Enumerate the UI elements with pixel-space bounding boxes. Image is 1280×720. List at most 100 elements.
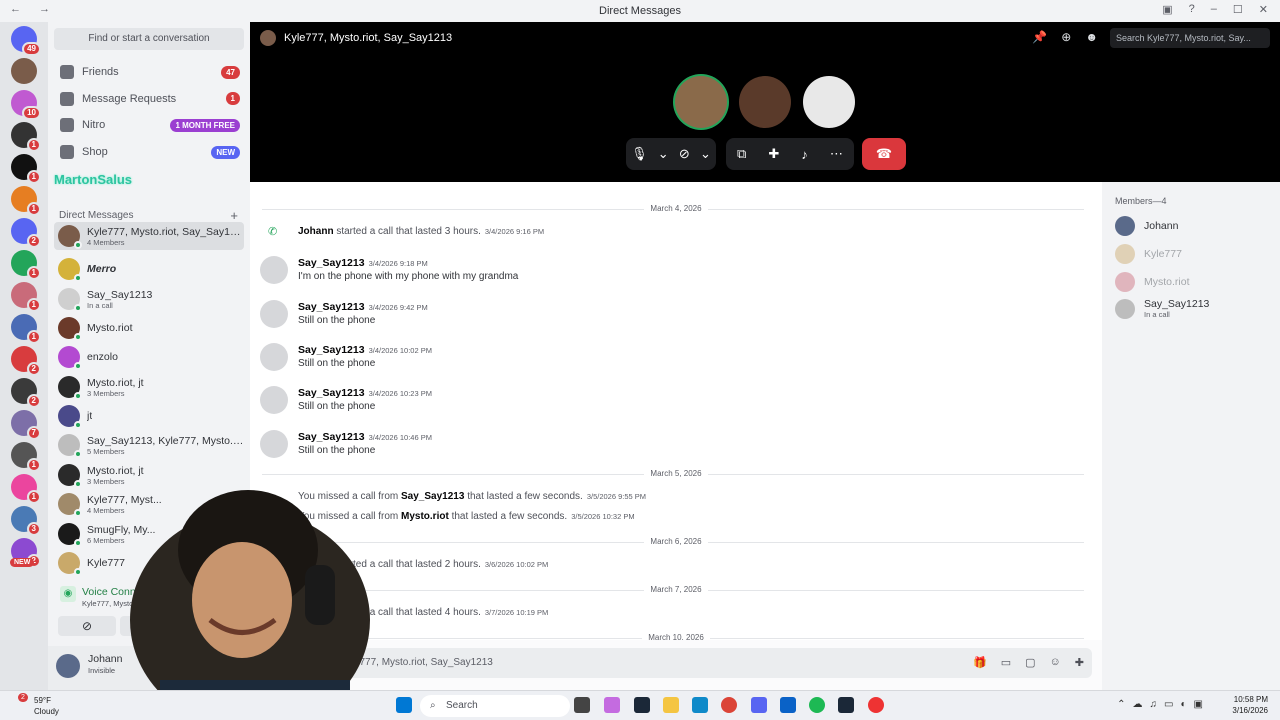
author-name[interactable]: Say_Say1213: [298, 257, 365, 269]
avatar[interactable]: [260, 256, 288, 284]
steam-icon[interactable]: [634, 697, 650, 713]
server-icon[interactable]: 2: [11, 218, 41, 248]
server-icon[interactable]: [11, 58, 37, 84]
clock[interactable]: 10:58 PM 3/16/2026: [1232, 694, 1268, 716]
soundboard-icon[interactable]: ♪: [801, 147, 808, 162]
dm-item[interactable]: Say_Say1213 In a call: [54, 285, 244, 313]
sidebar-item-nitro[interactable]: Nitro 1 MONTH FREE: [54, 113, 244, 137]
chevron-down-icon[interactable]: ⌄: [700, 146, 711, 162]
server-icon[interactable]: 1: [11, 314, 41, 344]
disconnect-button[interactable]: ☎: [862, 138, 906, 170]
store-icon[interactable]: [780, 697, 796, 713]
find-conversation-input[interactable]: Find or start a conversation: [54, 28, 244, 50]
author-name[interactable]: Say_Say1213: [298, 387, 365, 399]
members-icon[interactable]: ☻: [1085, 30, 1098, 44]
dm-item[interactable]: Merro: [54, 255, 244, 283]
help-icon[interactable]: ?: [1189, 3, 1195, 16]
message-composer[interactable]: Kyle777, Mysto.riot, Say_Say1213 🎁 ▭ ▢ ☺…: [256, 648, 1092, 678]
steam-icon[interactable]: [838, 697, 854, 713]
minimize-icon[interactable]: –: [1211, 3, 1217, 16]
member-item[interactable]: Mysto.riot: [1115, 272, 1190, 292]
search-input[interactable]: Search Kyle777, Mysto.riot, Say...: [1110, 28, 1270, 48]
dm-subtitle: In a call: [87, 300, 113, 310]
member-item[interactable]: Johann: [1115, 216, 1178, 236]
sidebar-item-message-requests[interactable]: Message Requests 1: [54, 87, 244, 111]
system-tray-icons[interactable]: ⌃☁♫▭◐▣: [1117, 699, 1210, 710]
avatar[interactable]: [260, 343, 288, 371]
dm-name: Kyle777, Mysto.riot, Say_Say1213: [87, 225, 244, 238]
call-participant-avatar[interactable]: [739, 76, 791, 128]
member-item[interactable]: Kyle777: [1115, 244, 1182, 264]
start-icon[interactable]: [396, 697, 412, 713]
avatar[interactable]: [260, 300, 288, 328]
add-friends-icon[interactable]: ⊕: [1061, 30, 1071, 44]
sidebar-item-friends[interactable]: Friends 47: [54, 60, 244, 84]
task-view-icon[interactable]: [574, 697, 590, 713]
avatar[interactable]: [56, 654, 80, 678]
search-icon: ⌕: [430, 700, 436, 711]
maximize-icon[interactable]: ☐: [1233, 3, 1243, 16]
sidebar-item-shop[interactable]: Shop NEW: [54, 140, 244, 164]
camera-off-button[interactable]: ⊘: [58, 616, 116, 636]
author-name[interactable]: Say_Say1213: [298, 344, 365, 356]
server-icon[interactable]: 2: [11, 378, 41, 408]
inbox-icon[interactable]: ▣: [1162, 3, 1172, 16]
dm-item[interactable]: Mysto.riot, jt 3 Members: [54, 373, 244, 401]
server-icon[interactable]: 7: [11, 410, 41, 440]
weather-widget[interactable]: 59°F Cloudy: [34, 695, 59, 717]
caller-name[interactable]: Johann: [298, 226, 334, 237]
discord-icon[interactable]: [751, 697, 767, 713]
file-explorer-icon[interactable]: [663, 697, 679, 713]
caller-name[interactable]: Mysto.riot: [401, 511, 449, 522]
create-dm-icon[interactable]: +: [230, 208, 238, 223]
app-icon[interactable]: [868, 697, 884, 713]
taskbar-search[interactable]: Search: [420, 695, 570, 717]
avatar[interactable]: [260, 430, 288, 458]
sticker-icon[interactable]: ▢: [1025, 656, 1035, 669]
dm-item[interactable]: enzolo: [54, 343, 244, 371]
gif-icon[interactable]: ▭: [1001, 656, 1011, 669]
signal-icon[interactable]: ◉: [60, 586, 76, 602]
more-icon[interactable]: ⋯: [830, 146, 843, 162]
chrome-icon[interactable]: [721, 697, 737, 713]
author-name[interactable]: Say_Say1213: [298, 431, 365, 443]
server-icon[interactable]: 49: [11, 26, 41, 56]
avatar[interactable]: [260, 386, 288, 414]
server-icon[interactable]: 3: [11, 506, 41, 536]
caller-name[interactable]: Say_Say1213: [401, 491, 464, 502]
user-name[interactable]: Johann: [88, 653, 122, 665]
camera-icon[interactable]: ⊘: [679, 146, 690, 162]
copilot-icon[interactable]: [604, 697, 620, 713]
server-icon[interactable]: 1: [11, 122, 41, 152]
call-participant-avatar[interactable]: [803, 76, 855, 128]
spotify-icon[interactable]: [809, 697, 825, 713]
server-icon[interactable]: 1: [11, 154, 41, 184]
dm-item[interactable]: jt: [54, 402, 244, 430]
activities-icon[interactable]: ✚: [768, 146, 779, 162]
chevron-down-icon[interactable]: ⌄: [658, 146, 669, 162]
dm-item[interactable]: Mysto.riot: [54, 314, 244, 342]
gift-icon[interactable]: 🎁: [973, 656, 987, 669]
close-icon[interactable]: ✕: [1259, 3, 1268, 16]
dm-item[interactable]: Kyle777, Mysto.riot, Say_Say1213 4 Member…: [54, 222, 244, 250]
call-participant-avatar[interactable]: [675, 76, 727, 128]
screen-share-icon[interactable]: ⧉: [737, 146, 746, 162]
dm-item[interactable]: Say_Say1213, Kyle777, Mysto.rio... 5 Memb…: [54, 431, 244, 459]
server-icon[interactable]: 1: [11, 250, 41, 280]
apps-icon[interactable]: ✚: [1075, 656, 1084, 669]
message-requests-icon: [60, 91, 74, 106]
pin-icon[interactable]: 📌: [1032, 30, 1047, 44]
author-name[interactable]: Say_Say1213: [298, 301, 365, 313]
sidebar-item-label: Friends: [82, 66, 119, 78]
server-icon[interactable]: 2: [11, 346, 41, 376]
server-icon[interactable]: 1: [11, 282, 41, 312]
member-item[interactable]: Say_Say1213 In a call: [1115, 298, 1209, 319]
server-icon[interactable]: 1: [11, 442, 41, 472]
emoji-icon[interactable]: ☺: [1050, 656, 1061, 669]
server-icon[interactable]: 10: [11, 90, 41, 120]
server-icon[interactable]: 1: [11, 186, 41, 216]
server-icon[interactable]: 1: [11, 474, 41, 504]
edge-icon[interactable]: [692, 697, 708, 713]
avatar: [58, 405, 82, 429]
microphone-icon[interactable]: 🎙: [631, 146, 648, 162]
